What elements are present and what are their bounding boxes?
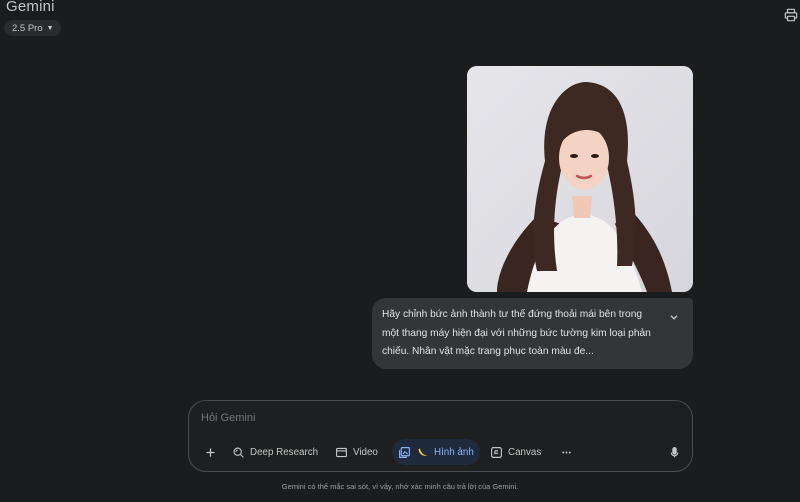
deep-research-icon [233,446,244,458]
uploaded-image[interactable] [467,66,693,292]
microphone-icon [670,446,679,457]
more-horizontal-icon [562,451,571,453]
canvas-label: Canvas [508,446,542,458]
print-icon[interactable] [784,8,798,22]
deep-research-label: Deep Research [250,446,319,458]
canvas-icon [491,446,502,458]
caret-down-icon: ▼ [46,24,54,32]
video-icon [336,447,347,457]
composer-toolbar: Deep Research Video Hình ảnh Canvas [189,439,692,465]
prompt-composer: Deep Research Video Hình ảnh Canvas [188,400,693,472]
add-button[interactable] [200,439,221,465]
banana-icon [418,447,428,456]
disclaimer-text: Gemini có thể mắc sai sót, vì vậy, nhớ x… [281,482,519,491]
chevron-down-icon[interactable] [667,310,681,324]
portrait-image [467,66,693,292]
prompt-input[interactable] [201,412,671,424]
canvas-button[interactable]: Canvas [484,439,547,465]
deep-research-button[interactable]: Deep Research [226,439,324,465]
video-label: Video [353,446,378,458]
microphone-button[interactable] [664,439,685,465]
plus-icon [206,447,215,457]
image-gallery-icon [399,446,410,458]
video-button[interactable]: Video [329,439,384,465]
image-label: Hình ảnh [434,446,474,458]
more-tools-button[interactable] [556,439,577,465]
image-button[interactable]: Hình ảnh [392,439,480,465]
model-label: 2.5 Pro [12,22,43,34]
app-title: Gemini [6,0,55,15]
user-prompt-text: Hãy chỉnh bức ảnh thành tư thế đứng thoả… [382,309,651,357]
model-selector[interactable]: 2.5 Pro ▼ [4,20,61,36]
user-prompt-bubble: Hãy chỉnh bức ảnh thành tư thế đứng thoả… [372,298,693,369]
